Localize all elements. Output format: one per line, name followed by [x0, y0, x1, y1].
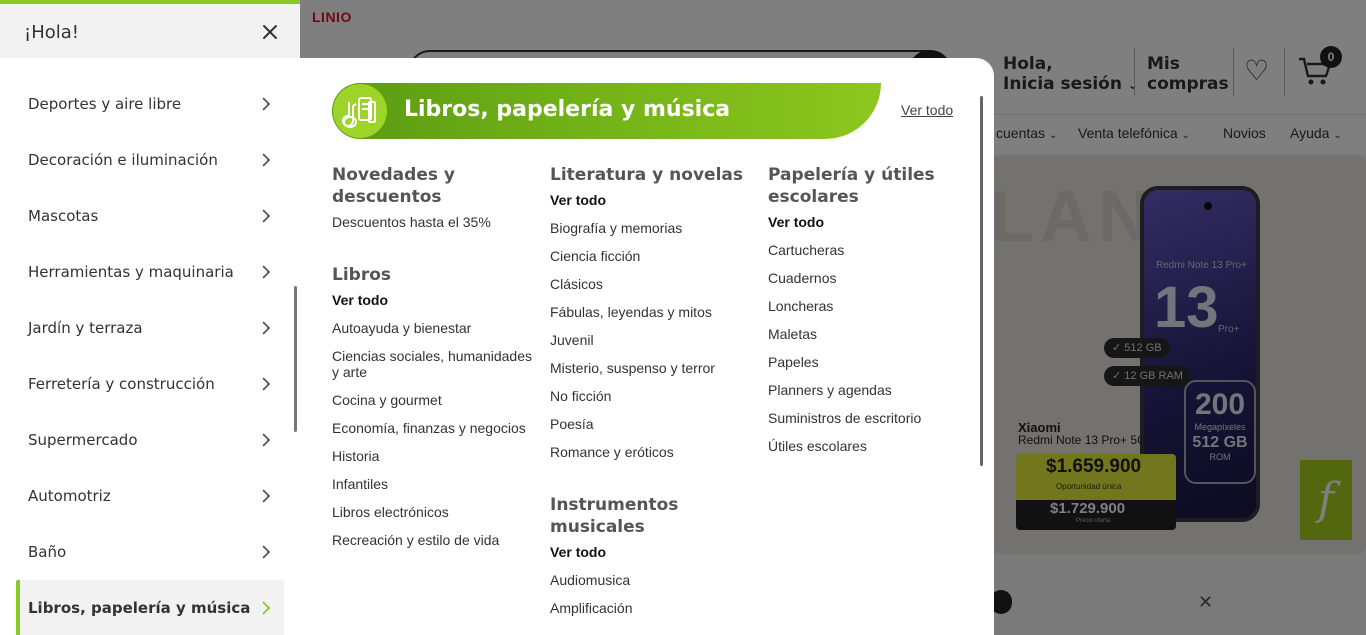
sidebar-item[interactable]: Decoración e iluminación — [16, 132, 284, 188]
chevron-right-icon — [260, 320, 272, 336]
submenu-link[interactable]: Misterio, suspenso y terror — [550, 360, 750, 376]
category-submenu-panel: Libros, papelería y música Ver todo Nove… — [300, 58, 994, 635]
panel-scrollbar[interactable] — [980, 96, 983, 466]
submenu-link[interactable]: Cartucheras — [768, 242, 968, 258]
sidebar-item-label: Deportes y aire libre — [28, 95, 182, 113]
chevron-right-icon — [260, 264, 272, 280]
submenu-link[interactable]: Amplificación — [550, 600, 750, 616]
submenu-link[interactable]: Útiles escolares — [768, 438, 968, 454]
sidebar-item[interactable]: Deportes y aire libre — [16, 76, 284, 132]
submenu-link[interactable]: Fábulas, leyendas y mitos — [550, 304, 750, 320]
sidebar-item[interactable]: Herramientas y maquinaria — [16, 244, 284, 300]
sidebar-title: ¡Hola! — [24, 22, 80, 43]
submenu-group: Libros Ver todo Autoayuda y bienestar Cienc… — [332, 264, 532, 548]
submenu-group-title[interactable]: Instrumentos musicales — [550, 494, 750, 538]
submenu-link[interactable]: Papeles — [768, 354, 968, 370]
submenu-link[interactable]: Romance y eróticos — [550, 444, 750, 460]
ver-todo-link[interactable]: Ver todo — [768, 214, 968, 230]
sidebar-item-label: Baño — [28, 543, 67, 561]
submenu-group-title[interactable]: Literatura y novelas — [550, 164, 750, 186]
chevron-right-icon — [260, 600, 272, 616]
submenu-group-title[interactable]: Papelería y útiles escolares — [768, 164, 968, 208]
submenu-link[interactable]: Infantiles — [332, 476, 532, 492]
sidebar-header: ¡Hola! — [0, 4, 300, 58]
sidebar-item[interactable]: Mascotas — [16, 188, 284, 244]
submenu-link[interactable]: Audiomusica — [550, 572, 750, 588]
books-music-icon — [333, 84, 387, 138]
submenu-link[interactable]: Planners y agendas — [768, 382, 968, 398]
submenu-group-title[interactable]: Libros — [332, 264, 532, 286]
submenu-link[interactable]: Libros electrónicos — [332, 504, 532, 520]
submenu-link[interactable]: Maletas — [768, 326, 968, 342]
chevron-right-icon — [260, 488, 272, 504]
submenu-link[interactable]: Autoayuda y bienestar — [332, 320, 532, 336]
submenu-link[interactable]: Suministros de escritorio — [768, 410, 968, 426]
sidebar-item[interactable]: Ferretería y construcción — [16, 356, 284, 412]
submenu-column: Papelería y útiles escolares Ver todo Cart… — [768, 164, 968, 466]
chevron-right-icon — [260, 152, 272, 168]
sidebar-item[interactable]: Baño — [16, 524, 284, 580]
category-banner: Libros, papelería y música — [332, 83, 881, 139]
ver-todo-link[interactable]: Ver todo — [901, 102, 953, 118]
submenu-column: Literatura y novelas Ver todo Biografía y … — [550, 164, 750, 628]
sidebar-item-label: Decoración e iluminación — [28, 151, 218, 169]
sidebar-item-label: Automotriz — [28, 487, 111, 505]
submenu-link[interactable]: Ciencia ficción — [550, 248, 750, 264]
submenu-link[interactable]: Juvenil — [550, 332, 750, 348]
submenu-group: Novedades y descuentos Descuentos hasta e… — [332, 164, 532, 230]
sidebar-item[interactable]: Automotriz — [16, 468, 284, 524]
sidebar-item[interactable]: Jardín y terraza — [16, 300, 284, 356]
ver-todo-link[interactable]: Ver todo — [550, 544, 750, 560]
chevron-right-icon — [260, 544, 272, 560]
submenu-link[interactable]: Recreación y estilo de vida — [332, 532, 532, 548]
submenu-link[interactable]: Historia — [332, 448, 532, 464]
chevron-right-icon — [260, 96, 272, 112]
submenu-column: Novedades y descuentos Descuentos hasta e… — [332, 164, 532, 560]
sidebar-item-label: Herramientas y maquinaria — [28, 263, 234, 281]
ver-todo-link[interactable]: Ver todo — [332, 292, 532, 308]
submenu-link[interactable]: Clásicos — [550, 276, 750, 292]
submenu-link[interactable]: Cocina y gourmet — [332, 392, 532, 408]
sidebar-item-label: Jardín y terraza — [28, 319, 143, 337]
chevron-right-icon — [260, 432, 272, 448]
chevron-right-icon — [260, 376, 272, 392]
sidebar-item-label: Supermercado — [28, 431, 138, 449]
submenu-link[interactable]: Poesía — [550, 416, 750, 432]
submenu-group-title[interactable]: Novedades y descuentos — [332, 164, 532, 208]
category-title: Libros, papelería y música — [404, 97, 731, 122]
submenu-link[interactable]: Descuentos hasta el 35% — [332, 214, 532, 230]
sidebar-item[interactable]: Libros, papelería y música — [16, 580, 284, 635]
submenu-link[interactable]: No ficción — [550, 388, 750, 404]
submenu-group: Papelería y útiles escolares Ver todo Cart… — [768, 164, 968, 454]
sidebar-item-label: Libros, papelería y música — [28, 599, 251, 617]
category-sidebar: ¡Hola! Deportes y aire libre Decoración e… — [0, 0, 300, 635]
submenu-link[interactable]: Ciencias sociales, humanidades y arte — [332, 348, 532, 380]
submenu-group: Literatura y novelas Ver todo Biografía y … — [550, 164, 750, 460]
submenu-link[interactable]: Loncheras — [768, 298, 968, 314]
submenu-link[interactable]: Economía, finanzas y negocios — [332, 420, 532, 436]
sidebar-scrollbar[interactable] — [294, 286, 297, 432]
chevron-right-icon — [260, 208, 272, 224]
submenu-link[interactable]: Biografía y memorias — [550, 220, 750, 236]
sidebar-item-label: Mascotas — [28, 207, 99, 225]
sidebar-item[interactable]: Supermercado — [16, 412, 284, 468]
close-icon[interactable] — [258, 20, 282, 44]
submenu-group: Instrumentos musicales Ver todo Audiomusic… — [550, 494, 750, 616]
sidebar-item-label: Ferretería y construcción — [28, 375, 215, 393]
ver-todo-link[interactable]: Ver todo — [550, 192, 750, 208]
submenu-link[interactable]: Cuadernos — [768, 270, 968, 286]
